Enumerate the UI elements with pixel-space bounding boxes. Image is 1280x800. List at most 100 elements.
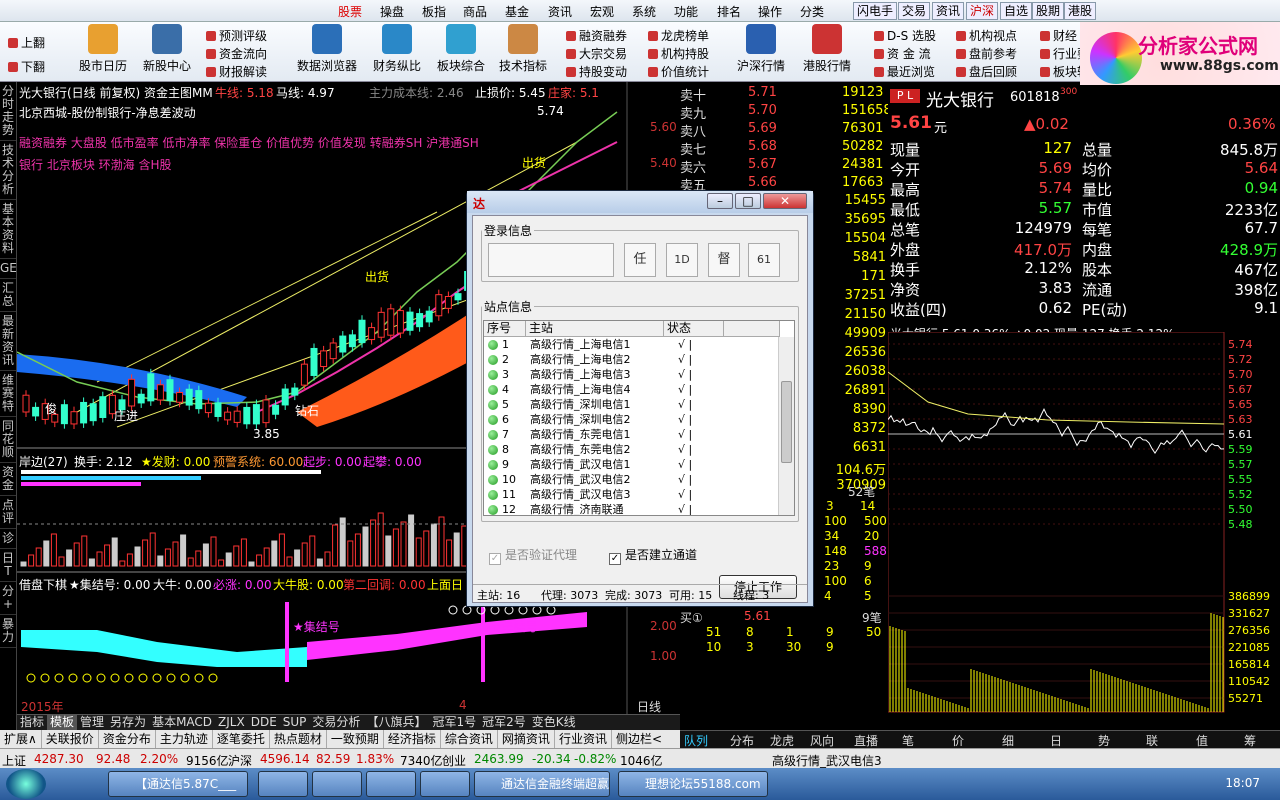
page-down-button[interactable]: 下翻 [8,58,45,75]
indicator-tab[interactable]: DDE [248,715,280,730]
left-nav-item[interactable]: 技术分析 [0,141,16,200]
toolbar-button[interactable]: 财务纵比 [364,24,430,74]
info-tab[interactable]: 扩展∧ [0,730,42,748]
toolbar-link[interactable]: 持股变动 [566,63,627,80]
menu-tag[interactable]: 股期 [1032,2,1065,20]
left-nav-item[interactable]: 最新资讯 [0,312,16,371]
login-cell[interactable]: 61 [748,243,780,277]
scroll-thumb[interactable] [781,381,792,463]
info-tab[interactable]: 一致预期 [327,730,384,748]
dialog-titlebar[interactable]: 达 – □ ✕ [467,191,813,213]
menu-item[interactable]: 板指 [422,3,446,20]
toolbar-link[interactable]: 大宗交易 [566,45,627,62]
left-nav-item[interactable]: 点评 [0,496,16,529]
right-tab[interactable]: 筹 [1244,732,1256,749]
menu-tag[interactable]: 沪深 [966,2,999,20]
taskbar-item[interactable]: 通达信金融终端超赢... [474,771,610,797]
col-header-site[interactable]: 主站 [526,321,664,337]
info-tab[interactable]: 经济指标 [384,730,441,748]
indicator-tab[interactable]: 指标 [17,715,47,730]
toolbar-link[interactable]: 机构视点 [956,27,1017,44]
info-tab[interactable]: 综合资讯 [441,730,498,748]
right-tab[interactable]: 价 [952,732,964,749]
server-row[interactable]: 3 高级行情_上海电信3 √ | [484,368,776,383]
left-nav-item[interactable]: 资金 [0,463,16,496]
server-row[interactable]: 7 高级行情_东莞电信1 √ | [484,428,776,443]
login-cell[interactable]: 督 [708,243,740,277]
toolbar-button[interactable]: 数据浏览器 [294,24,360,74]
toolbar-link[interactable]: 资 金 流 [874,45,931,62]
verify-proxy-checkbox[interactable]: ✓ 是否验证代理 [489,546,577,565]
menu-item[interactable]: 股票 [338,3,362,20]
sidebar-toggle[interactable]: 侧边栏< [612,730,666,748]
toolbar-button[interactable]: 新股中心 [134,24,200,74]
build-channel-checkbox[interactable]: ✓ 是否建立通道 [609,546,697,565]
toolbar-link[interactable]: 财经 [1040,27,1077,44]
taskbar-item[interactable] [366,771,416,797]
info-tab[interactable]: 主力轨迹 [156,730,213,748]
page-up-button[interactable]: 上翻 [8,34,45,51]
right-tab[interactable]: 值 [1196,732,1208,749]
left-nav-item[interactable]: GET [0,259,24,279]
taskbar-item[interactable]: 【通达信5.87C___ [108,771,248,797]
menu-item[interactable]: 排名 [717,3,741,20]
toolbar-link[interactable]: 预测评级 [206,27,267,44]
toolbar-button[interactable]: 港股行情 [794,24,860,74]
toolbar-link[interactable]: 龙虎榜单 [648,27,709,44]
left-nav-item[interactable]: 汇总 [0,279,16,312]
login-cell[interactable]: 1D [666,243,698,277]
toolbar-link[interactable]: 财报解读 [206,63,267,80]
menu-item[interactable]: 操作 [758,3,782,20]
menu-item[interactable]: 宏观 [590,3,614,20]
left-nav-item[interactable]: 基本资料 [0,200,16,259]
toolbar-link[interactable]: D-S 选股 [874,27,936,44]
info-tab[interactable]: 资金分布 [99,730,156,748]
menu-item[interactable]: 分类 [800,3,824,20]
right-tab[interactable]: 风向 [810,732,834,749]
menu-tag[interactable]: 自选 [1000,2,1033,20]
toolbar-link[interactable]: 价值统计 [648,63,709,80]
close-button[interactable]: ✕ [763,193,807,209]
col-header-no[interactable]: 序号 [484,321,526,337]
server-row[interactable]: 5 高级行情_深圳电信1 √ | [484,398,776,413]
info-tab[interactable]: 热点题材 [270,730,327,748]
indicator-tab[interactable]: 基本MACD [149,715,215,730]
menu-item[interactable]: 资讯 [548,3,572,20]
info-tab[interactable]: 关联报价 [42,730,99,748]
server-row[interactable]: 2 高级行情_上海电信2 √ | [484,353,776,368]
left-nav-item[interactable]: 分+ [0,582,16,615]
toolbar-button[interactable]: 沪深行情 [728,24,794,74]
toolbar-button[interactable]: 技术指标 [490,24,556,74]
start-button[interactable] [6,769,46,799]
taskbar-item[interactable] [258,771,308,797]
login-cell[interactable]: 任 [624,243,656,277]
right-tab[interactable]: 日 [1050,732,1062,749]
menu-item[interactable]: 功能 [674,3,698,20]
taskbar-item[interactable] [420,771,470,797]
indicator-tab[interactable]: 另存为 [107,715,149,730]
minimize-button[interactable]: – [707,193,733,209]
left-nav-item[interactable]: 日T [0,549,16,582]
server-row[interactable]: 10 高级行情_武汉电信2 √ | [484,473,776,488]
login-dialog[interactable]: 达 – □ ✕ 登录信息 任 1D 督 61 站点信息 序号 主站 状态 1 高级… [466,190,814,607]
toolbar-link[interactable]: 盘前参考 [956,45,1017,62]
server-row[interactable]: 6 高级行情_深圳电信2 √ | [484,413,776,428]
menu-item[interactable]: 商品 [463,3,487,20]
right-tab[interactable]: 直播 [854,732,878,749]
menu-tag[interactable]: 港股 [1064,2,1097,20]
indicator-tab[interactable]: 【八旗兵】 [363,715,429,730]
left-nav-item[interactable]: 同花顺 [0,417,16,463]
indicator-tab[interactable]: 交易分析 [309,715,363,730]
indicator-tab[interactable]: 冠军1号 [429,715,479,730]
menu-tag[interactable]: 交易 [898,2,931,20]
left-nav-item[interactable]: 维赛特 [0,371,16,417]
menu-tag[interactable]: 资讯 [932,2,965,20]
toolbar-link[interactable]: 最近浏览 [874,63,935,80]
login-field[interactable] [488,243,614,277]
toolbar-link[interactable]: 盘后回顾 [956,63,1017,80]
left-nav-item[interactable]: 分时走势 [0,82,16,141]
server-list[interactable]: 序号 主站 状态 1 高级行情_上海电信1 √ | 2 高级行情_上海电信2 √ | 3 高级… [483,320,795,516]
col-header-status[interactable]: 状态 [664,321,724,337]
server-row[interactable]: 9 高级行情_武汉电信1 √ | [484,458,776,473]
left-nav-item[interactable]: 暴力 [0,615,16,648]
